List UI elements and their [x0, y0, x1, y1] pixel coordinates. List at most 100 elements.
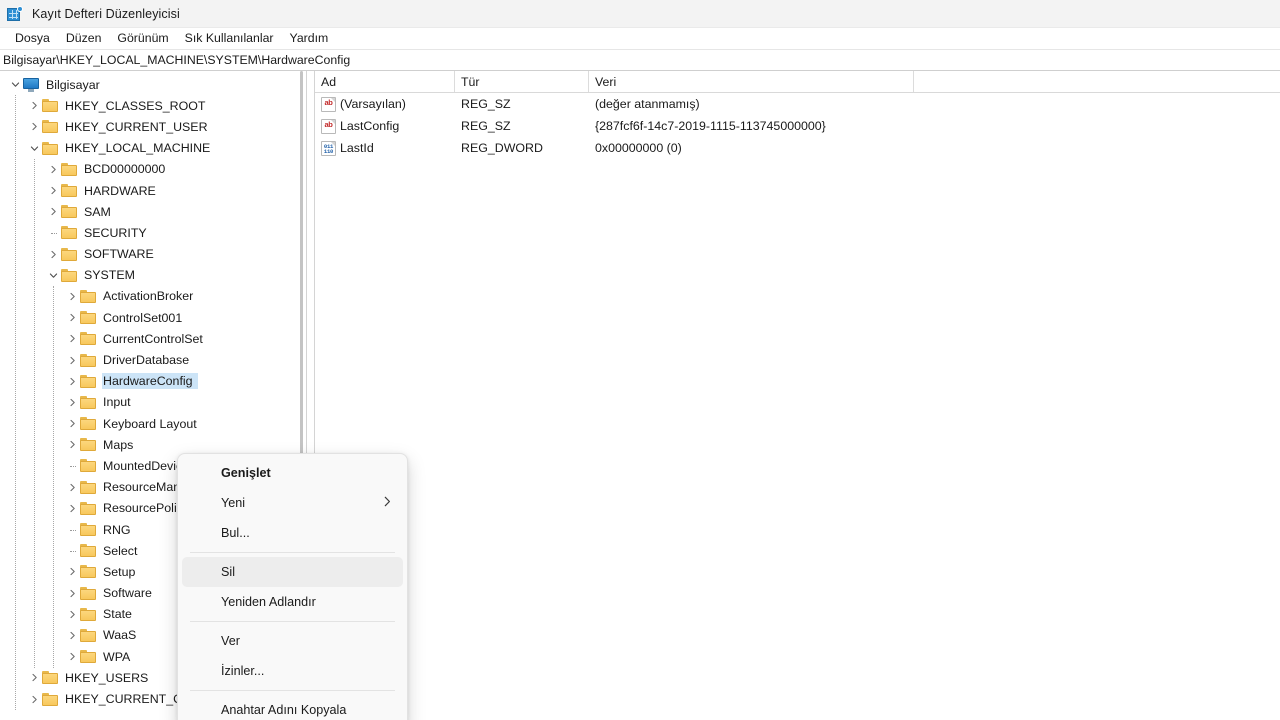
menu-dosya[interactable]: Dosya [7, 28, 58, 49]
folder-icon [80, 650, 97, 663]
computer-icon [23, 78, 40, 92]
chevron-right-icon[interactable] [46, 207, 61, 216]
chevron-right-icon[interactable] [27, 122, 42, 131]
value-type: REG_SZ [455, 97, 589, 111]
chevron-right-icon[interactable] [65, 589, 80, 598]
context-menu-item-bul[interactable]: Bul... [182, 518, 403, 548]
context-menu-item-anahtar-ad-n-kopyala[interactable]: Anahtar Adını Kopyala [182, 695, 403, 720]
tree-node-sam[interactable]: SAM [0, 201, 306, 222]
menu-yardim[interactable]: Yardım [282, 28, 337, 49]
context-menu-item-label: Yeni [221, 496, 245, 510]
chevron-right-icon[interactable] [27, 695, 42, 704]
tree-node-label: ControlSet001 [103, 311, 186, 325]
folder-icon [80, 523, 97, 536]
chevron-right-icon[interactable] [65, 356, 80, 365]
menu-duzen[interactable]: Düzen [58, 28, 110, 49]
chevron-down-icon[interactable] [46, 271, 61, 280]
tree-node-label: Setup [103, 565, 139, 579]
tree-node-label: Input [103, 395, 135, 409]
column-header-veri[interactable]: Veri [589, 71, 914, 92]
tree-node-system[interactable]: SYSTEM [0, 265, 306, 286]
tree-node-currentcontrolset[interactable]: CurrentControlSet [0, 328, 306, 349]
value-name-cell: 011110LastId [315, 141, 455, 156]
column-header-tur[interactable]: Tür [455, 71, 589, 92]
tree-node-controlset001[interactable]: ControlSet001 [0, 307, 306, 328]
folder-icon [42, 99, 59, 112]
folder-icon [42, 142, 59, 155]
context-menu-item-yeni[interactable]: Yeni [182, 488, 403, 518]
chevron-right-icon[interactable] [65, 631, 80, 640]
chevron-down-icon[interactable] [8, 80, 23, 89]
folder-icon [80, 311, 97, 324]
chevron-right-icon[interactable] [65, 567, 80, 576]
menu-sik-kullanilanlar[interactable]: Sık Kullanılanlar [177, 28, 282, 49]
folder-icon [80, 608, 97, 621]
chevron-right-icon[interactable] [65, 483, 80, 492]
tree-node-keyboard-layout[interactable]: Keyboard Layout [0, 413, 306, 434]
tree-node-label: WPA [103, 650, 134, 664]
chevron-right-icon[interactable] [65, 398, 80, 407]
folder-icon [80, 417, 97, 430]
chevron-right-icon[interactable] [65, 292, 80, 301]
context-menu-item-yeniden-adland-r[interactable]: Yeniden Adlandır [182, 587, 403, 617]
menu-gorunum[interactable]: Görünüm [109, 28, 176, 49]
value-row[interactable]: abLastConfigREG_SZ{287fcf6f-14c7-2019-11… [315, 115, 1280, 137]
context-menu-item-sil[interactable]: Sil [182, 557, 403, 587]
column-header-ad[interactable]: Ad [315, 71, 455, 92]
tree-node-hardwareconfig[interactable]: HardwareConfig [0, 371, 306, 392]
tree-node-hkey-current-user[interactable]: HKEY_CURRENT_USER [0, 116, 306, 137]
tree-node-label: SYSTEM [84, 268, 139, 282]
tree-node-hkey-classes-root[interactable]: HKEY_CLASSES_ROOT [0, 95, 306, 116]
chevron-right-icon[interactable] [65, 419, 80, 428]
chevron-right-icon[interactable] [65, 440, 80, 449]
chevron-right-icon[interactable] [65, 334, 80, 343]
tree-node-label: Software [103, 586, 156, 600]
tree-node-input[interactable]: Input [0, 392, 306, 413]
value-name-cell: ab (Varsayılan) [315, 97, 455, 112]
address-bar[interactable]: Bilgisayar\HKEY_LOCAL_MACHINE\SYSTEM\Har… [0, 49, 1280, 71]
context-menu-item-ver[interactable]: Ver [182, 626, 403, 656]
chevron-right-icon[interactable] [65, 313, 80, 322]
tree-node-bilgisayar[interactable]: Bilgisayar [0, 74, 306, 95]
tree-node-hardware[interactable]: HARDWARE [0, 180, 306, 201]
tree-node-label: HKEY_CURRENT_USER [65, 120, 212, 134]
folder-icon [80, 459, 97, 472]
chevron-right-icon[interactable] [65, 504, 80, 513]
tree-node-label: SOFTWARE [84, 247, 158, 261]
chevron-right-icon[interactable] [65, 652, 80, 661]
value-row[interactable]: 011110LastIdREG_DWORD0x00000000 (0) [315, 137, 1280, 159]
folder-icon [61, 205, 78, 218]
tree-node-label: HKEY_CLASSES_ROOT [65, 99, 209, 113]
context-menu-item-geni-let[interactable]: Genişlet [182, 458, 403, 488]
chevron-right-icon[interactable] [65, 610, 80, 619]
tree-node-label: Bilgisayar [46, 78, 104, 92]
folder-icon [61, 269, 78, 282]
value-name: (Varsayılan) [340, 97, 406, 111]
menu-bar: Dosya Düzen Görünüm Sık Kullanılanlar Ya… [0, 28, 1280, 49]
chevron-right-icon[interactable] [27, 673, 42, 682]
tree-node-activationbroker[interactable]: ActivationBroker [0, 286, 306, 307]
column-header-filler [914, 71, 1280, 92]
chevron-right-icon[interactable] [46, 186, 61, 195]
context-menu-item-i-zinler[interactable]: İzinler... [182, 656, 403, 686]
context-menu-separator [190, 621, 395, 622]
chevron-right-icon [384, 496, 391, 510]
tree-node-software[interactable]: SOFTWARE [0, 244, 306, 265]
value-row[interactable]: ab(Varsayılan)REG_SZ(değer atanmamış) [315, 93, 1280, 115]
tree-node-label: SAM [84, 205, 115, 219]
folder-icon [42, 120, 59, 133]
tree-node-hkey-local-machine[interactable]: HKEY_LOCAL_MACHINE [0, 138, 306, 159]
tree-node-bcd00000000[interactable]: BCD00000000 [0, 159, 306, 180]
chevron-right-icon[interactable] [65, 377, 80, 386]
chevron-down-icon[interactable] [27, 144, 42, 153]
folder-icon [80, 587, 97, 600]
chevron-right-icon[interactable] [46, 165, 61, 174]
folder-icon [80, 544, 97, 557]
folder-icon [80, 438, 97, 451]
tree-node-security[interactable]: SECURITY [0, 222, 306, 243]
values-list-pane: Ad Tür Veri ab(Varsayılan)REG_SZ(değer a… [315, 71, 1280, 720]
tree-node-driverdatabase[interactable]: DriverDatabase [0, 349, 306, 370]
chevron-right-icon[interactable] [27, 101, 42, 110]
chevron-right-icon[interactable] [46, 250, 61, 259]
string-value-icon: ab [321, 97, 336, 112]
